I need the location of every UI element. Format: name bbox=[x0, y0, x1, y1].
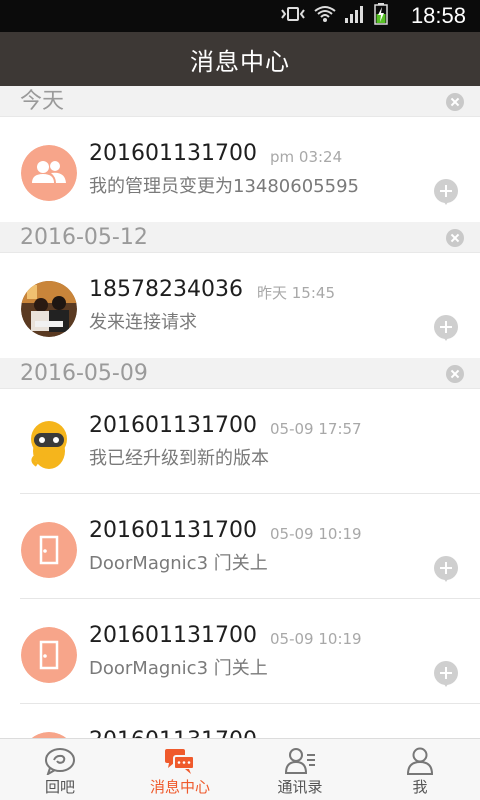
close-icon[interactable] bbox=[446, 229, 464, 247]
status-time: 18:58 bbox=[410, 3, 466, 28]
bottom-nav: 回吧 消息中心 通讯录 我 bbox=[0, 738, 480, 800]
message-text: 我的管理员变更为13480605595 bbox=[89, 176, 359, 197]
section-header: 2016-05-09 bbox=[0, 358, 480, 389]
nav-label: 我 bbox=[412, 778, 428, 796]
add-icon[interactable] bbox=[434, 556, 458, 582]
nav-item-huiba[interactable]: 回吧 bbox=[0, 739, 120, 800]
message-item[interactable]: 201601131700 05-09 10:19 DoorMagnic3 门关上 bbox=[0, 599, 480, 704]
message-time: pm 03:24 bbox=[270, 148, 343, 166]
message-time: 05-09 10:19 bbox=[270, 630, 362, 648]
add-icon[interactable] bbox=[434, 661, 458, 687]
section-header: 今天 bbox=[0, 86, 480, 117]
message-time: 昨天 15:45 bbox=[257, 284, 335, 302]
close-icon[interactable] bbox=[446, 365, 464, 383]
close-icon[interactable] bbox=[446, 93, 464, 111]
message-sender: 18578234036 bbox=[89, 277, 243, 302]
message-item[interactable]: 201601131700 pm 03:24 我的管理员变更为1348060559… bbox=[0, 117, 480, 222]
battery-charging-icon bbox=[374, 3, 388, 29]
robot-icon bbox=[21, 417, 77, 473]
message-item[interactable]: 201601131700 05-09 10:19 DoorMagnic3 门关上 bbox=[0, 494, 480, 599]
message-sender: 201601131700 bbox=[89, 518, 257, 543]
message-sender: 201601131700 bbox=[89, 413, 257, 438]
message-item[interactable]: 201601131700 05-09 17:57 我已经升级到新的版本 bbox=[0, 389, 480, 494]
section-date: 2016-05-12 bbox=[20, 225, 148, 250]
message-text: 发来连接请求 bbox=[89, 312, 197, 333]
nav-item-messages[interactable]: 消息中心 bbox=[120, 739, 240, 800]
add-icon[interactable] bbox=[434, 179, 458, 205]
add-icon[interactable] bbox=[434, 315, 458, 341]
message-item[interactable]: 18578234036 昨天 15:45 发来连接请求 bbox=[0, 253, 480, 358]
nav-label: 消息中心 bbox=[149, 778, 210, 796]
messages-icon bbox=[164, 747, 196, 775]
message-text: DoorMagnic3 门关上 bbox=[89, 658, 268, 679]
signal-icon bbox=[344, 4, 366, 28]
section-date: 今天 bbox=[20, 89, 65, 114]
section-date: 2016-05-09 bbox=[20, 361, 148, 386]
nav-item-contacts[interactable]: 通讯录 bbox=[240, 739, 360, 800]
contacts-icon bbox=[284, 747, 316, 775]
vibrate-icon bbox=[280, 5, 306, 27]
message-sender: 201601131700 bbox=[89, 623, 257, 648]
message-time: 05-09 17:57 bbox=[270, 420, 362, 438]
message-time: 05-09 10:19 bbox=[270, 525, 362, 543]
section-header: 2016-05-12 bbox=[0, 222, 480, 253]
status-bar: 18:58 bbox=[0, 0, 480, 32]
message-text: DoorMagnic3 门关上 bbox=[89, 553, 268, 574]
nav-item-me[interactable]: 我 bbox=[360, 739, 480, 800]
page-title: 消息中心 bbox=[190, 47, 290, 76]
profile-icon bbox=[404, 747, 436, 775]
message-text: 我已经升级到新的版本 bbox=[89, 448, 269, 469]
chat-bubble-icon bbox=[44, 747, 76, 777]
wifi-icon bbox=[314, 5, 336, 27]
message-sender: 201601131700 bbox=[89, 141, 257, 166]
message-sender: 201601131700 bbox=[89, 727, 257, 738]
group-icon bbox=[21, 145, 77, 201]
nav-label: 回吧 bbox=[44, 778, 75, 796]
nav-label: 通讯录 bbox=[277, 778, 323, 796]
door-icon bbox=[21, 522, 77, 578]
door-icon bbox=[21, 627, 77, 683]
user-photo-avatar bbox=[21, 281, 77, 337]
app-header: 消息中心 bbox=[0, 32, 480, 86]
message-item[interactable]: 201601131700 bbox=[0, 704, 480, 738]
status-icons bbox=[280, 3, 388, 29]
message-list[interactable]: 今天 201601131700 pm 03:24 我的管理员变更为1348060… bbox=[0, 86, 480, 738]
